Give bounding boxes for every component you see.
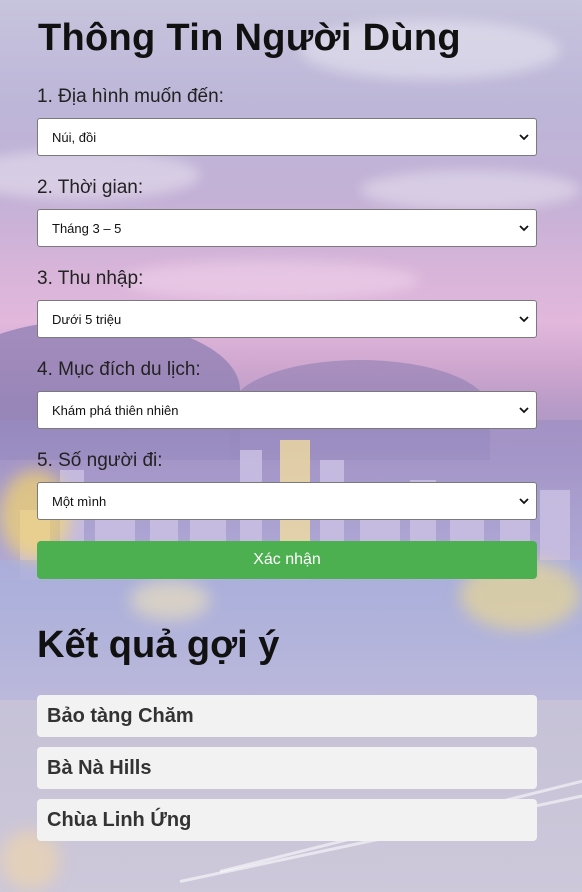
result-item: Bà Nà Hills [37, 747, 537, 789]
results-title: Kết quả gợi ý [37, 624, 280, 666]
group-size-select-value: Một mình [52, 493, 107, 509]
terrain-select[interactable]: Núi, đồi [37, 118, 537, 156]
result-item: Chùa Linh Ứng [37, 799, 537, 841]
form-title: Thông Tin Người Dùng [38, 17, 461, 59]
income-select-value: Dưới 5 triệu [52, 311, 122, 327]
group-size-select[interactable]: Một mình [37, 482, 537, 520]
purpose-select-value: Khám phá thiên nhiên [52, 402, 179, 418]
time-select-value: Tháng 3 – 5 [52, 220, 122, 236]
time-select[interactable]: Tháng 3 – 5 [37, 209, 537, 247]
group-size-label: 5. Số người đi: [37, 450, 163, 471]
submit-button[interactable]: Xác nhận [37, 541, 537, 579]
chevron-down-icon [519, 134, 529, 141]
chevron-down-icon [519, 225, 529, 232]
result-item: Bảo tàng Chăm [37, 695, 537, 737]
terrain-select-value: Núi, đồi [52, 129, 97, 145]
income-select[interactable]: Dưới 5 triệu [37, 300, 537, 338]
chevron-down-icon [519, 407, 529, 414]
terrain-label: 1. Địa hình muốn đến: [37, 86, 224, 107]
purpose-select[interactable]: Khám phá thiên nhiên [37, 391, 537, 429]
chevron-down-icon [519, 316, 529, 323]
purpose-label: 4. Mục đích du lịch: [37, 359, 201, 380]
income-label: 3. Thu nhập: [37, 268, 144, 289]
chevron-down-icon [519, 498, 529, 505]
time-label: 2. Thời gian: [37, 177, 144, 198]
